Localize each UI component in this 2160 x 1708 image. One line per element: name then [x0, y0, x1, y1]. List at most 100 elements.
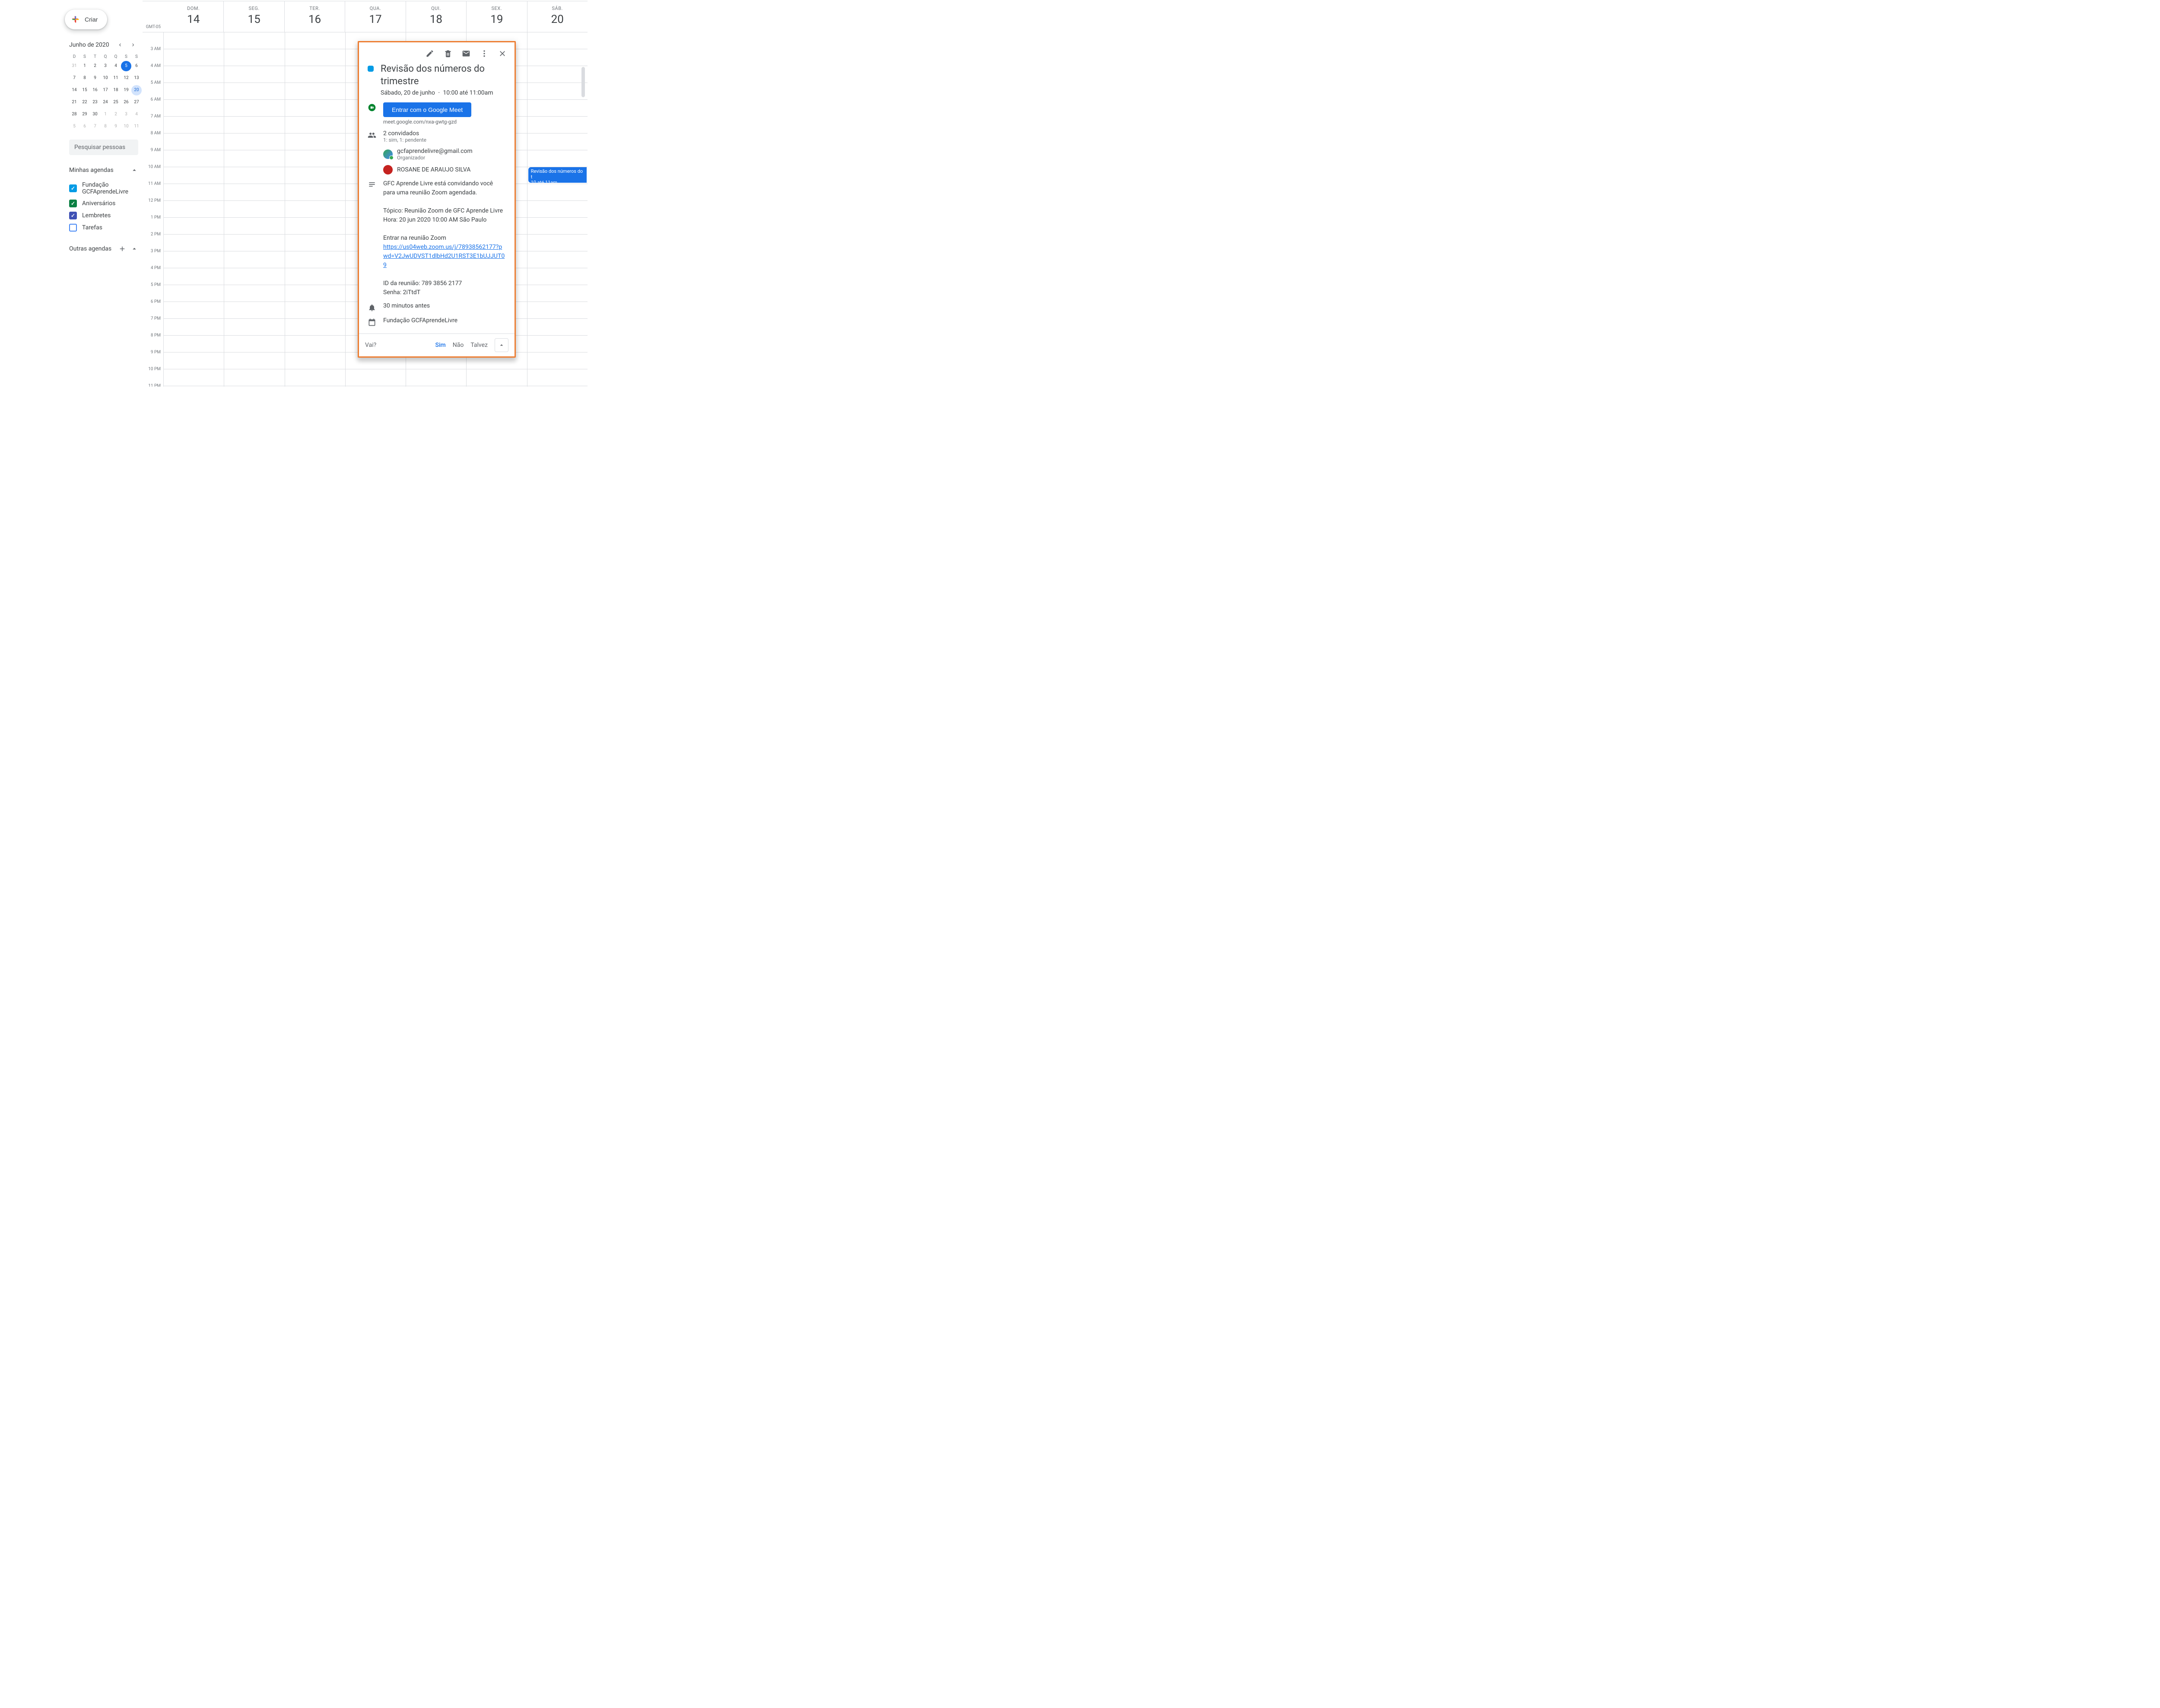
mini-cal-day[interactable]: 10 [100, 73, 111, 83]
day-header[interactable]: SEG.15 [223, 1, 284, 32]
mini-cal-day[interactable]: 20 [131, 85, 142, 95]
mini-cal-day[interactable]: 8 [79, 73, 90, 83]
plus-icon[interactable] [118, 245, 126, 253]
time-label: 12 PM [143, 198, 163, 215]
mini-cal-day[interactable]: 11 [111, 73, 121, 83]
join-meet-button[interactable]: Entrar com o Google Meet [383, 102, 471, 117]
mini-cal-day[interactable]: 17 [100, 85, 111, 95]
bell-icon [368, 303, 376, 312]
zoom-link[interactable]: https://us04web.zoom.us/j/78938562177?pw… [383, 244, 505, 269]
search-people-input[interactable]: Pesquisar pessoas [69, 140, 138, 155]
mini-cal-day[interactable]: 30 [90, 109, 100, 120]
mini-cal-day[interactable]: 4 [131, 109, 142, 120]
time-label: 5 PM [143, 283, 163, 299]
mini-cal-day[interactable]: 9 [90, 73, 100, 83]
create-label: Criar [85, 16, 98, 23]
checkbox[interactable] [69, 212, 77, 219]
guest-1[interactable]: gcfaprendelivre@gmail.com Organizador [359, 146, 515, 163]
mini-cal-day[interactable]: 22 [79, 97, 90, 108]
mini-cal-day[interactable]: 12 [121, 73, 131, 83]
mini-cal-day[interactable]: 16 [90, 85, 100, 95]
time-label: 4 AM [143, 63, 163, 80]
day-column[interactable] [285, 32, 345, 387]
mini-cal-day[interactable]: 25 [111, 97, 121, 108]
edit-button[interactable] [422, 46, 438, 61]
rsvp-yes[interactable]: Sim [435, 342, 445, 349]
mini-cal-day[interactable]: 7 [69, 73, 79, 83]
guest-2[interactable]: ROSANE DE ARAUJO SILVA [359, 163, 515, 177]
mini-cal-day[interactable]: 13 [131, 73, 142, 83]
mini-cal-day[interactable]: 2 [90, 61, 100, 71]
mini-cal-day[interactable]: 2 [111, 109, 121, 120]
other-calendars-header[interactable]: Outras agendas [69, 243, 138, 254]
mini-cal-day[interactable]: 1 [100, 109, 111, 120]
calendar-toggle[interactable]: Lembretes [69, 210, 138, 222]
checkbox[interactable] [69, 224, 77, 232]
mini-cal-day[interactable]: 1 [79, 61, 90, 71]
mini-cal-day[interactable]: 14 [69, 85, 79, 95]
day-header[interactable]: DOM.14 [163, 1, 223, 32]
avatar [383, 149, 393, 159]
day-header[interactable]: SEX.19 [466, 1, 527, 32]
delete-button[interactable] [440, 46, 456, 61]
scrollbar-track[interactable] [581, 32, 586, 383]
day-header[interactable]: TER.16 [284, 1, 345, 32]
rsvp-expand-button[interactable] [495, 338, 508, 352]
mini-cal-day[interactable]: 19 [121, 85, 131, 95]
mini-cal-day[interactable]: 3 [100, 61, 111, 71]
time-label [143, 32, 163, 47]
mini-cal-day[interactable]: 4 [111, 61, 121, 71]
close-button[interactable] [495, 46, 510, 61]
my-calendars-header[interactable]: Minhas agendas [69, 165, 138, 176]
mini-cal-day[interactable]: 26 [121, 97, 131, 108]
envelope-icon [462, 49, 470, 58]
mini-cal-day[interactable]: 11 [131, 121, 142, 132]
day-header[interactable]: SÁB.20 [527, 1, 588, 32]
calendar-toggle[interactable]: Aniversários [69, 197, 138, 210]
other-calendars-section: Outras agendas [69, 243, 138, 254]
meet-icon [368, 103, 376, 112]
create-button[interactable]: Criar [65, 10, 107, 29]
mini-cal-day[interactable]: 10 [121, 121, 131, 132]
calendar-toggle[interactable]: Fundação GCFAprendeLivre [69, 179, 138, 197]
meet-link[interactable]: meet.google.com/nxa-gwtg-gzd [383, 119, 506, 125]
scrollbar-thumb[interactable] [581, 67, 585, 97]
rsvp-maybe[interactable]: Talvez [470, 342, 488, 349]
event-description: GFC Aprende Livre está convidando você p… [383, 179, 506, 297]
close-icon [498, 49, 507, 58]
calendar-icon [368, 318, 376, 327]
day-header[interactable]: QUI.18 [406, 1, 466, 32]
calendar-event[interactable]: Revisão dos números do t10 até 11am [528, 167, 587, 183]
mini-cal-day[interactable]: 18 [111, 85, 121, 95]
event-popover: Revisão dos números do trimestre Sábado,… [359, 42, 515, 356]
mini-cal-day[interactable]: 5 [121, 61, 131, 71]
day-column[interactable] [224, 32, 284, 387]
mini-cal-day[interactable]: 27 [131, 97, 142, 108]
options-button[interactable] [476, 46, 492, 61]
mini-cal-day[interactable]: 5 [69, 121, 79, 132]
mini-cal-day[interactable]: 15 [79, 85, 90, 95]
mini-cal-day[interactable]: 6 [79, 121, 90, 132]
next-month-button[interactable]: › [128, 40, 138, 50]
mini-cal-day[interactable]: 7 [90, 121, 100, 132]
checkbox[interactable] [69, 184, 77, 192]
mini-cal-day[interactable]: 29 [79, 109, 90, 120]
mini-cal-day[interactable]: 8 [100, 121, 111, 132]
mini-cal-day[interactable]: 31 [69, 61, 79, 71]
day-column[interactable]: Revisão dos números do t10 até 11am [527, 32, 588, 387]
search-placeholder: Pesquisar pessoas [74, 144, 125, 151]
mini-cal-day[interactable]: 9 [111, 121, 121, 132]
mini-cal-day[interactable]: 21 [69, 97, 79, 108]
mini-cal-day[interactable]: 23 [90, 97, 100, 108]
email-button[interactable] [458, 46, 474, 61]
day-column[interactable] [163, 32, 224, 387]
prev-month-button[interactable]: ‹ [115, 40, 125, 50]
checkbox[interactable] [69, 200, 77, 207]
mini-cal-day[interactable]: 28 [69, 109, 79, 120]
mini-cal-day[interactable]: 3 [121, 109, 131, 120]
day-header[interactable]: QUA.17 [345, 1, 405, 32]
rsvp-no[interactable]: Não [453, 342, 464, 349]
mini-cal-day[interactable]: 6 [131, 61, 142, 71]
calendar-toggle[interactable]: Tarefas [69, 222, 138, 234]
mini-cal-day[interactable]: 24 [100, 97, 111, 108]
